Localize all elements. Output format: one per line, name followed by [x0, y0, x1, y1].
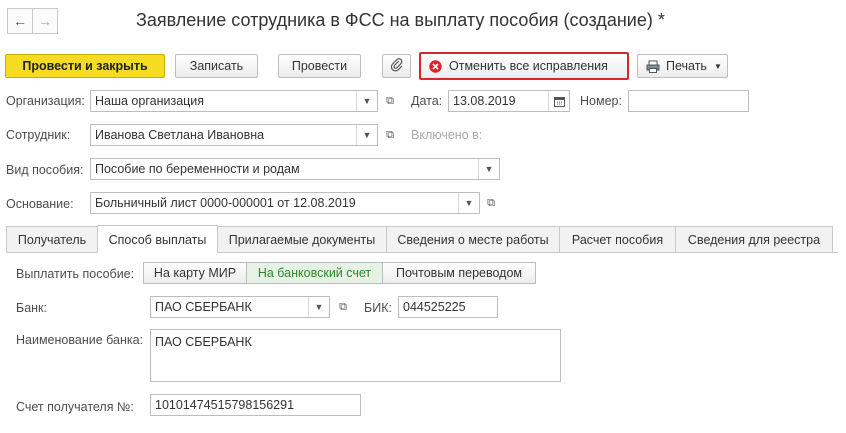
- benefit-type-value: Пособие по беременности и родам: [95, 162, 300, 176]
- post-and-close-button[interactable]: Провести и закрыть: [5, 54, 165, 78]
- cancel-all-corrections-button[interactable]: Отменить все исправления: [419, 52, 629, 80]
- cancel-all-corrections-label: Отменить все исправления: [449, 59, 608, 73]
- employee-label: Сотрудник:: [6, 128, 71, 142]
- payment-option-group: На карту МИР На банковский счет Почтовым…: [143, 262, 536, 286]
- chevron-down-icon[interactable]: ▼: [458, 193, 479, 213]
- option-postal-transfer[interactable]: Почтовым переводом: [382, 262, 536, 284]
- benefit-type-label: Вид пособия:: [6, 163, 84, 177]
- tab-bar: Получатель Способ выплаты Прилагаемые до…: [6, 225, 833, 253]
- tab-benefit-calculation[interactable]: Расчет пособия: [559, 226, 676, 252]
- back-arrow-icon[interactable]: ←: [8, 9, 32, 33]
- bank-name-value: ПАО СБЕРБАНК: [155, 335, 252, 349]
- chevron-down-icon[interactable]: ▼: [356, 125, 377, 145]
- calendar-icon[interactable]: [548, 91, 569, 111]
- chevron-down-icon[interactable]: ▼: [308, 297, 329, 317]
- bank-label: Банк:: [16, 301, 47, 315]
- account-field[interactable]: 10101474515798156291: [150, 394, 361, 416]
- page-title: Заявление сотрудника в ФСС на выплату по…: [136, 10, 665, 30]
- basis-field[interactable]: Больничный лист 0000-000001 от 12.08.201…: [90, 192, 480, 214]
- tab-recipient[interactable]: Получатель: [6, 226, 98, 252]
- open-icon[interactable]: ⧉: [482, 193, 500, 213]
- employee-value: Иванова Светлана Ивановна: [95, 128, 265, 142]
- paperclip-icon: [390, 57, 404, 75]
- chevron-down-icon[interactable]: ▼: [356, 91, 377, 111]
- tab-payment-method[interactable]: Способ выплаты: [97, 225, 218, 253]
- organization-label: Организация:: [6, 94, 85, 108]
- employee-field[interactable]: Иванова Светлана Ивановна ▼: [90, 124, 378, 146]
- organization-value: Наша организация: [95, 94, 205, 108]
- date-value: 13.08.2019: [453, 94, 516, 108]
- chevron-down-icon[interactable]: ▼: [478, 159, 499, 179]
- basis-value: Больничный лист 0000-000001 от 12.08.201…: [95, 196, 356, 210]
- date-label: Дата:: [411, 94, 443, 108]
- bik-value: 044525225: [403, 300, 466, 314]
- bank-field[interactable]: ПАО СБЕРБАНК ▼: [150, 296, 330, 318]
- cancel-icon: [429, 59, 442, 73]
- navigation-buttons: ← →: [7, 8, 58, 34]
- included-in-label: Включено в:: [411, 128, 483, 142]
- open-icon[interactable]: ⧉: [381, 91, 399, 111]
- benefit-type-field[interactable]: Пособие по беременности и родам ▼: [90, 158, 500, 180]
- post-button[interactable]: Провести: [278, 54, 361, 78]
- bank-name-textarea[interactable]: ПАО СБЕРБАНК: [150, 329, 561, 382]
- tab-registry-info[interactable]: Сведения для реестра: [675, 226, 833, 252]
- save-button[interactable]: Записать: [175, 54, 258, 78]
- bank-name-label: Наименование банка:: [16, 333, 144, 347]
- print-button[interactable]: Печать ▼: [637, 54, 728, 78]
- number-label: Номер:: [580, 94, 622, 108]
- account-value: 10101474515798156291: [155, 398, 295, 412]
- option-bank-account[interactable]: На банковский счет: [246, 262, 383, 284]
- account-label: Счет получателя №:: [16, 400, 134, 414]
- bik-field[interactable]: 044525225: [398, 296, 498, 318]
- tab-workplace-info[interactable]: Сведения о месте работы: [386, 226, 560, 252]
- pay-benefit-label: Выплатить пособие:: [16, 267, 135, 281]
- date-field[interactable]: 13.08.2019: [448, 90, 570, 112]
- bank-value: ПАО СБЕРБАНК: [155, 300, 252, 314]
- dropdown-arrow-icon: ▼: [713, 61, 722, 71]
- attach-button[interactable]: [382, 54, 411, 78]
- print-label: Печать: [666, 59, 707, 73]
- basis-label: Основание:: [6, 197, 74, 211]
- forward-arrow-icon[interactable]: →: [32, 9, 57, 33]
- printer-icon: [646, 60, 660, 73]
- open-icon[interactable]: ⧉: [381, 125, 399, 145]
- option-mir-card[interactable]: На карту МИР: [143, 262, 247, 284]
- number-field[interactable]: [628, 90, 749, 112]
- open-icon[interactable]: ⧉: [334, 297, 352, 317]
- tab-attached-documents[interactable]: Прилагаемые документы: [217, 226, 387, 252]
- bik-label: БИК:: [364, 301, 392, 315]
- organization-field[interactable]: Наша организация ▼: [90, 90, 378, 112]
